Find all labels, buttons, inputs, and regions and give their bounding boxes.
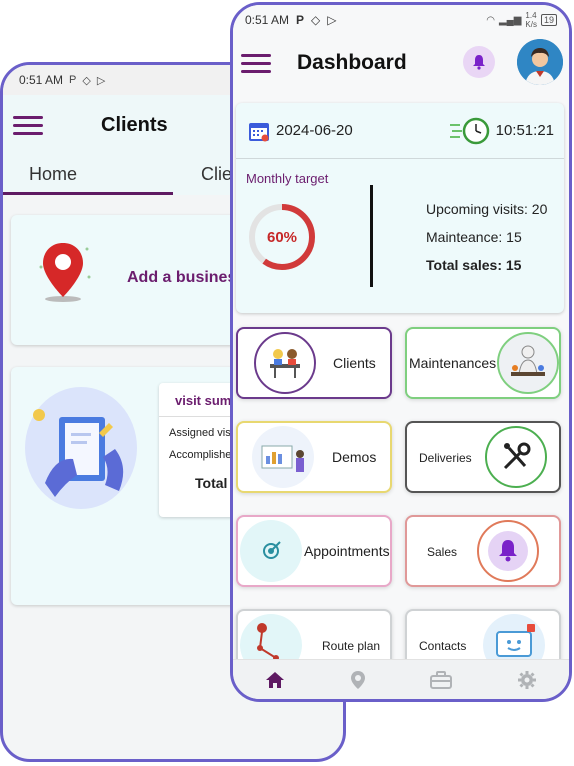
- date-time-row: 2024-06-20 10:51:21: [236, 103, 564, 159]
- monthly-target-gauge: 60%: [246, 201, 318, 278]
- tile-label: Maintenances: [409, 355, 497, 371]
- net-speed: 1.4: [525, 11, 537, 20]
- tile-demos[interactable]: Demos: [236, 421, 392, 493]
- notifications-button[interactable]: [463, 46, 495, 78]
- tile-appointments[interactable]: Appointments: [236, 515, 392, 587]
- tile-sales[interactable]: Sales: [405, 515, 561, 587]
- map-pin-icon: [39, 243, 91, 302]
- demos-illustration-icon: [252, 426, 314, 488]
- dashboard-phone: 0:51 AM P ◇ ▷ ◠ ▂▄▆ 1.4 K/s 19 Dashboard: [230, 2, 572, 702]
- tile-maintenances[interactable]: Maintenances: [405, 327, 561, 399]
- play-icon: ▷: [96, 74, 106, 87]
- page-title: Dashboard: [297, 51, 407, 74]
- target-icon: [240, 520, 302, 582]
- menu-icon[interactable]: [13, 115, 43, 135]
- parking-icon: P: [69, 74, 77, 86]
- status-bar: 0:51 AM P ◇ ▷ ◠ ▂▄▆ 1.4 K/s 19: [233, 5, 569, 35]
- status-time: 0:51 AM: [245, 13, 290, 27]
- maintenance-illustration-icon: [497, 332, 559, 394]
- tile-label: Demos: [332, 449, 377, 465]
- tile-label: Sales: [427, 545, 458, 559]
- tab-home[interactable]: Home: [3, 155, 173, 195]
- tile-clients[interactable]: Clients: [236, 327, 392, 399]
- shield-icon: ◇: [82, 74, 91, 87]
- target-percent: 60%: [267, 229, 297, 246]
- overview-card: 2024-06-20 10:51:21 Monthly target 60% U…: [236, 103, 564, 313]
- stats-list: Upcoming visits: 20 Mainteance: 15 Total…: [426, 201, 547, 285]
- tile-label: Deliveries: [419, 451, 472, 465]
- signal-icon: ▂▄▆: [498, 14, 522, 26]
- location-icon[interactable]: [350, 670, 366, 690]
- home-icon[interactable]: [265, 671, 285, 689]
- wifi-icon: ◠: [486, 14, 495, 26]
- current-date: 2024-06-20: [276, 122, 353, 139]
- tile-label: Clients: [333, 355, 376, 371]
- divider: [370, 185, 373, 287]
- tile-label: Appointments: [304, 543, 390, 559]
- avatar[interactable]: [517, 39, 563, 85]
- tile-label: Contacts: [419, 639, 467, 653]
- status-time: 0:51 AM: [19, 73, 64, 87]
- clipboard-illustration: [25, 387, 137, 509]
- bottom-nav: [233, 659, 569, 699]
- tab-clients[interactable]: Clie: [173, 155, 232, 195]
- briefcase-icon[interactable]: [430, 670, 453, 689]
- parking-icon: P: [296, 13, 305, 27]
- shield-icon: ◇: [311, 13, 321, 27]
- tile-label: Route plan: [322, 639, 381, 653]
- gear-icon[interactable]: [517, 670, 537, 690]
- upcoming-visits: Upcoming visits: 20: [426, 201, 548, 217]
- current-time: 10:51:21: [495, 122, 554, 139]
- tools-icon: [485, 426, 547, 488]
- net-speed-unit: K/s: [525, 20, 537, 29]
- page-title: Clients: [101, 113, 168, 136]
- dashboard-header: Dashboard: [233, 35, 569, 91]
- maintenance-count: Mainteance: 15: [426, 229, 522, 245]
- clock-icon: [449, 117, 489, 144]
- menu-icon[interactable]: [241, 53, 271, 73]
- battery-icon: 19: [540, 14, 557, 26]
- total-sales: Total sales: 15: [426, 257, 522, 273]
- monthly-target-label: Monthly target: [246, 171, 329, 186]
- sales-bell-icon: [477, 520, 539, 582]
- clients-illustration-icon: [254, 332, 316, 394]
- tile-deliveries[interactable]: Deliveries: [405, 421, 561, 493]
- play-icon: ▷: [327, 13, 337, 27]
- bell-icon: [473, 55, 485, 70]
- calendar-icon: [249, 122, 269, 141]
- add-business-label: Add a business: [127, 269, 246, 286]
